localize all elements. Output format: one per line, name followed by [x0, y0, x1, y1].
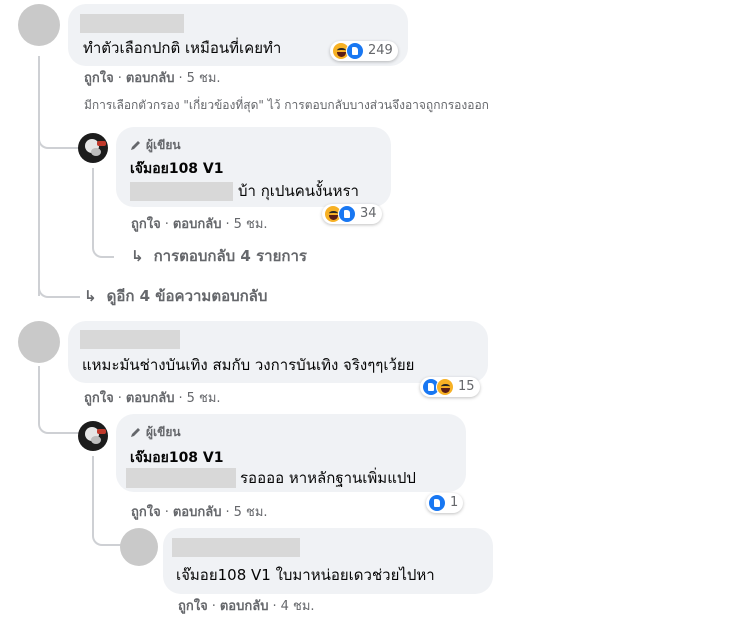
author-avatar[interactable]: [78, 421, 108, 451]
timestamp: 5 ชม.: [186, 391, 221, 406]
pen-icon: [131, 141, 140, 150]
avatar[interactable]: [18, 4, 60, 46]
redacted-name: [172, 538, 300, 557]
comment-text: แหมะมันช่างบันเทิง สมกับ วงการบันเทิง จร…: [82, 356, 415, 374]
haha-icon: [436, 378, 454, 396]
reply-arrow-icon: ↳: [131, 247, 144, 265]
pen-icon: [131, 428, 140, 437]
like-icon: [338, 205, 356, 223]
subreply-actions: ถูกใจ · ตอบกลับ · 4 ชม.: [178, 599, 315, 614]
reaction-count: 34: [360, 206, 377, 221]
comment-actions: ถูกใจ · ตอบกลับ · 5 ชม.: [84, 71, 221, 86]
thread-line: [92, 522, 122, 546]
like-button[interactable]: ถูกใจ: [131, 217, 161, 232]
avatar[interactable]: [18, 321, 60, 363]
reply-actions: ถูกใจ · ตอบกลับ · 5 ชม.: [131, 505, 268, 520]
redacted-mention: [130, 182, 233, 201]
redacted-name: [80, 330, 180, 349]
commenter-name[interactable]: เจ๊มอย108 V1: [130, 449, 224, 467]
author-avatar[interactable]: [78, 133, 108, 163]
reply-button[interactable]: ตอบกลับ: [173, 217, 222, 232]
reaction-summary[interactable]: 249: [330, 41, 398, 61]
like-button[interactable]: ถูกใจ: [84, 391, 114, 406]
commenter-name[interactable]: เจ๊มอย108 V1: [130, 160, 224, 178]
thread-line: [38, 56, 40, 296]
like-icon: [346, 42, 364, 60]
filter-notice: มีการเลือกตัวกรอง "เกี่ยวข้องที่สุด" ไว้…: [84, 98, 489, 112]
thread-line: [92, 168, 94, 244]
reaction-count: 1: [450, 495, 459, 510]
like-icon: [428, 494, 446, 512]
reply-text: รออออ หาหลักฐานเพิ่มแปป: [240, 469, 416, 487]
redacted-mention: [126, 468, 236, 488]
redacted-name: [80, 14, 184, 33]
comment-actions: ถูกใจ · ตอบกลับ · 5 ชม.: [84, 391, 221, 406]
view-replies-link[interactable]: ↳ การตอบกลับ 4 รายการ: [131, 246, 307, 266]
timestamp: 5 ชม.: [233, 505, 268, 520]
thread-line: [92, 236, 114, 258]
author-badge: ผู้เขียน: [130, 138, 181, 152]
thread-line: [92, 456, 94, 522]
reaction-summary[interactable]: 1: [426, 493, 464, 513]
reaction-count: 249: [368, 43, 393, 58]
reply-button[interactable]: ตอบกลับ: [173, 505, 222, 520]
avatar[interactable]: [120, 528, 158, 566]
reaction-count: 15: [458, 379, 475, 394]
comment-text: ทำตัวเลือกปกติ เหมือนที่เคยทำ: [83, 39, 282, 57]
reply-button[interactable]: ตอบกลับ: [126, 71, 175, 86]
timestamp: 5 ชม.: [233, 217, 268, 232]
reply-arrow-icon: ↳: [84, 287, 97, 305]
reaction-summary[interactable]: 34: [322, 204, 382, 224]
like-button[interactable]: ถูกใจ: [131, 505, 161, 520]
thread-line: [38, 408, 80, 434]
like-button[interactable]: ถูกใจ: [178, 599, 208, 614]
reply-text: บ้า กุเปนคนงั้นหรา: [238, 182, 359, 200]
subreply-text: เจ๊มอย108 V1 ใบมาหน่อยเดวช่วยไปหา: [176, 566, 435, 584]
timestamp: 4 ชม.: [280, 599, 315, 614]
like-button[interactable]: ถูกใจ: [84, 71, 114, 86]
reaction-summary[interactable]: 15: [420, 377, 480, 397]
timestamp: 5 ชม.: [186, 71, 221, 86]
view-more-replies-link[interactable]: ↳ ดูอีก 4 ข้อความตอบกลับ: [84, 286, 267, 306]
author-badge: ผู้เขียน: [130, 425, 181, 439]
thread-line: [38, 125, 80, 149]
thread-line: [38, 276, 80, 298]
reply-actions: ถูกใจ · ตอบกลับ · 5 ชม.: [131, 217, 268, 232]
reply-button[interactable]: ตอบกลับ: [220, 599, 269, 614]
reply-button[interactable]: ตอบกลับ: [126, 391, 175, 406]
